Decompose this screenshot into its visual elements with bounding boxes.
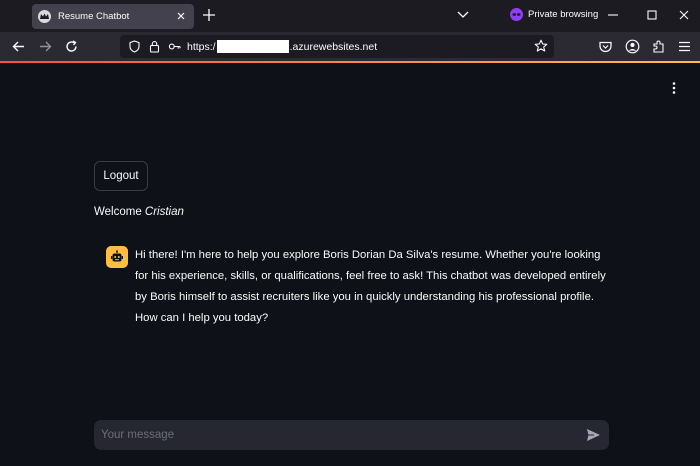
minimize-icon[interactable] bbox=[606, 8, 620, 22]
chat-message-input[interactable] bbox=[94, 420, 574, 450]
private-mask-icon bbox=[510, 8, 523, 21]
menu-hamburger-icon[interactable] bbox=[677, 39, 692, 54]
chat-input-container bbox=[94, 420, 609, 450]
pocket-icon[interactable] bbox=[598, 39, 613, 54]
logout-button[interactable]: Logout bbox=[94, 161, 148, 191]
extensions-icon[interactable] bbox=[651, 39, 666, 54]
chevron-down-icon[interactable] bbox=[457, 10, 469, 20]
reload-icon[interactable] bbox=[64, 39, 79, 54]
app-main: Logout Welcome Cristian Hi there! I'm he… bbox=[0, 63, 700, 466]
close-window-icon[interactable] bbox=[677, 8, 691, 22]
redacted-hostname bbox=[216, 40, 289, 53]
private-browsing-indicator: Private browsing bbox=[510, 8, 598, 21]
lock-icon[interactable] bbox=[148, 40, 161, 53]
maximize-icon[interactable] bbox=[645, 8, 659, 22]
address-bar[interactable]: https:/ .azurewebsites.net bbox=[120, 35, 554, 58]
robot-icon bbox=[111, 250, 123, 262]
url-suffix: .azurewebsites.net bbox=[289, 40, 378, 53]
username: Cristian bbox=[144, 206, 184, 218]
back-arrow-icon[interactable] bbox=[11, 39, 26, 54]
bookmark-star-icon[interactable] bbox=[534, 39, 548, 53]
forward-arrow-icon[interactable] bbox=[38, 39, 53, 54]
new-tab-icon[interactable] bbox=[202, 8, 216, 22]
private-browsing-label: Private browsing bbox=[528, 9, 599, 20]
assistant-avatar bbox=[106, 246, 128, 268]
key-icon[interactable] bbox=[168, 40, 181, 53]
kebab-menu-icon[interactable] bbox=[669, 81, 679, 95]
tab-title: Resume Chatbot bbox=[58, 11, 130, 22]
account-icon[interactable] bbox=[625, 39, 640, 54]
welcome-text: Welcome Cristian bbox=[94, 206, 184, 218]
browser-window: Resume Chatbot Private browsing https:/ bbox=[0, 0, 700, 466]
navigation-toolbar: https:/ .azurewebsites.net bbox=[0, 32, 700, 61]
assistant-message: Hi there! I'm here to help you explore B… bbox=[135, 249, 606, 324]
close-tab-icon[interactable] bbox=[175, 10, 187, 22]
tab-resume-chatbot[interactable]: Resume Chatbot bbox=[32, 4, 194, 29]
welcome-prefix: Welcome bbox=[94, 206, 142, 218]
tab-strip: Resume Chatbot Private browsing bbox=[0, 0, 700, 32]
shield-icon[interactable] bbox=[128, 40, 141, 53]
url-text[interactable]: https:/ .azurewebsites.net bbox=[187, 40, 377, 53]
crown-icon bbox=[38, 10, 51, 23]
url-prefix: https:/ bbox=[187, 40, 216, 53]
send-icon[interactable] bbox=[586, 428, 601, 442]
